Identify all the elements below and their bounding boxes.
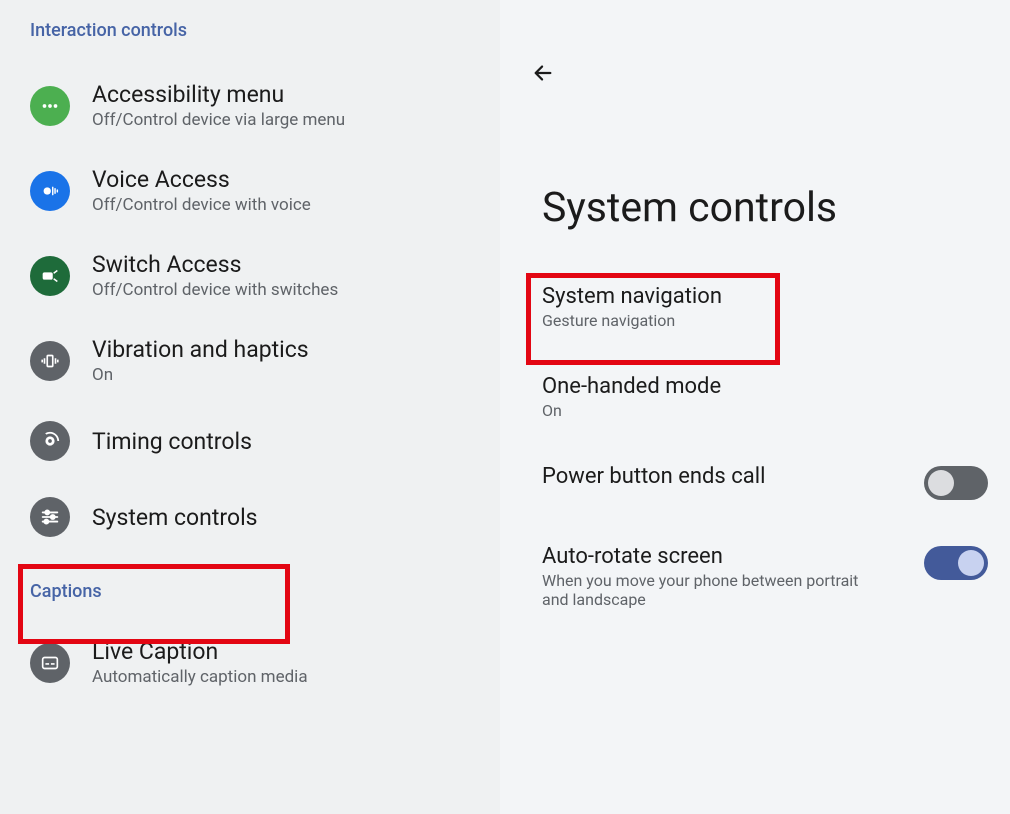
item-sub: On bbox=[92, 365, 309, 385]
setting-text: One-handed mode On bbox=[542, 374, 721, 420]
vibration-icon bbox=[30, 341, 70, 381]
setting-text: Power button ends call bbox=[542, 464, 765, 489]
tune-icon bbox=[30, 497, 70, 537]
setting-sub: When you move your phone between portrai… bbox=[542, 571, 862, 609]
switch-auto-rotate[interactable] bbox=[924, 546, 988, 580]
item-title: Switch Access bbox=[92, 251, 338, 278]
section-captions: Captions bbox=[0, 555, 500, 620]
item-live-caption[interactable]: Live Caption Automatically caption media bbox=[0, 620, 500, 705]
caption-icon bbox=[30, 643, 70, 683]
row-one-handed-mode[interactable]: One-handed mode On bbox=[500, 352, 1010, 442]
setting-title: Power button ends call bbox=[542, 464, 765, 489]
switch-access-icon bbox=[30, 256, 70, 296]
item-title: Live Caption bbox=[92, 638, 308, 665]
item-text: Accessibility menu Off/Control device vi… bbox=[92, 81, 345, 130]
item-title: System controls bbox=[92, 504, 258, 531]
setting-title: System navigation bbox=[542, 284, 722, 309]
setting-title: Auto-rotate screen bbox=[542, 544, 862, 569]
item-title: Voice Access bbox=[92, 166, 311, 193]
item-title: Accessibility menu bbox=[92, 81, 345, 108]
item-timing-controls[interactable]: Timing controls bbox=[0, 403, 500, 479]
item-voice-access[interactable]: Voice Access Off/Control device with voi… bbox=[0, 148, 500, 233]
row-power-button-ends-call[interactable]: Power button ends call bbox=[500, 442, 1010, 522]
item-text: Timing controls bbox=[92, 428, 252, 455]
item-text: Voice Access Off/Control device with voi… bbox=[92, 166, 311, 215]
back-arrow-icon[interactable] bbox=[532, 58, 554, 91]
item-system-controls[interactable]: System controls bbox=[0, 479, 500, 555]
section-interaction-controls: Interaction controls bbox=[0, 20, 500, 63]
setting-text: Auto-rotate screen When you move your ph… bbox=[542, 544, 862, 609]
item-sub: Off/Control device via large menu bbox=[92, 110, 345, 130]
item-text: Live Caption Automatically caption media bbox=[92, 638, 308, 687]
item-text: Vibration and haptics On bbox=[92, 336, 309, 385]
switch-power-button[interactable] bbox=[924, 466, 988, 500]
setting-title: One-handed mode bbox=[542, 374, 721, 399]
item-accessibility-menu[interactable]: Accessibility menu Off/Control device vi… bbox=[0, 63, 500, 148]
voice-access-icon bbox=[30, 171, 70, 211]
left-pane: Interaction controls Accessibility menu … bbox=[0, 0, 500, 814]
item-sub: Automatically caption media bbox=[92, 667, 308, 687]
item-vibration-haptics[interactable]: Vibration and haptics On bbox=[0, 318, 500, 403]
item-switch-access[interactable]: Switch Access Off/Control device with sw… bbox=[0, 233, 500, 318]
item-sub: Off/Control device with voice bbox=[92, 195, 311, 215]
item-sub: Off/Control device with switches bbox=[92, 280, 338, 300]
setting-sub: On bbox=[542, 401, 721, 420]
page-title: System controls bbox=[500, 50, 1010, 262]
setting-text: System navigation Gesture navigation bbox=[542, 284, 722, 330]
item-title: Timing controls bbox=[92, 428, 252, 455]
setting-sub: Gesture navigation bbox=[542, 311, 722, 330]
right-pane: System controls System navigation Gestur… bbox=[500, 0, 1010, 814]
item-text: Switch Access Off/Control device with sw… bbox=[92, 251, 338, 300]
row-auto-rotate[interactable]: Auto-rotate screen When you move your ph… bbox=[500, 522, 1010, 631]
timing-icon bbox=[30, 421, 70, 461]
item-title: Vibration and haptics bbox=[92, 336, 309, 363]
more-horizontal-icon bbox=[30, 86, 70, 126]
item-text: System controls bbox=[92, 504, 258, 531]
row-system-navigation[interactable]: System navigation Gesture navigation bbox=[500, 262, 1010, 352]
